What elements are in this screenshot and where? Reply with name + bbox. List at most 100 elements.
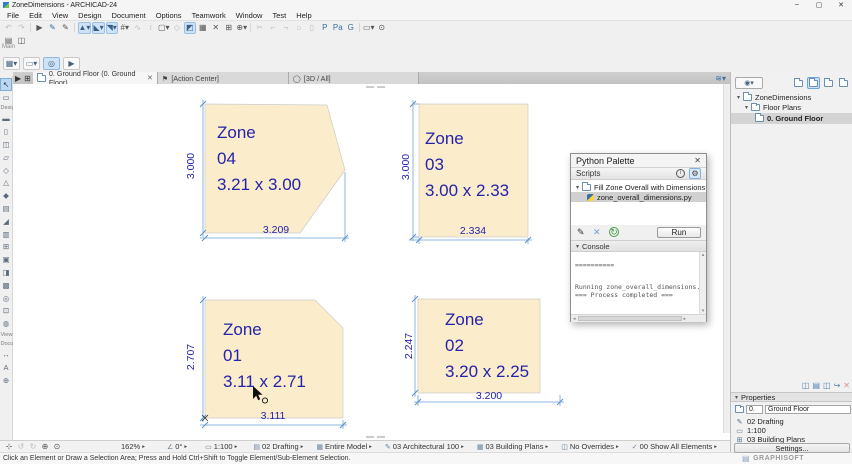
quick-option-button[interactable]: ▦▾ xyxy=(3,57,20,70)
toolbar-icon[interactable]: ◥▾ xyxy=(106,22,118,34)
scroll-left-icon[interactable]: ◂ xyxy=(573,316,576,322)
reload-icon[interactable]: ↻ xyxy=(609,227,619,237)
menu-item[interactable]: Teamwork xyxy=(187,11,231,20)
statusbar-dropdown[interactable]: ▦ Entire Model ▸ xyxy=(316,442,372,451)
toolbar-icon[interactable]: ✕ xyxy=(210,22,222,34)
scale-dropdown[interactable]: ▭ 1:100 ▸ xyxy=(205,442,237,451)
tree-item-project[interactable]: ▾ ZoneDimensions xyxy=(731,92,852,103)
statusbar-dropdown[interactable]: ✓ 00 Show All Elements ▸ xyxy=(632,442,717,451)
tab-3d-all[interactable]: ◯ [3D / All] xyxy=(289,72,419,84)
caret-down-icon[interactable]: ▾ xyxy=(745,104,748,111)
quick-option-button[interactable]: ▶ xyxy=(63,57,80,70)
toolbar-icon[interactable]: G xyxy=(345,22,357,34)
toolbox-tool[interactable]: ▥ xyxy=(0,228,12,241)
toolbox-tool[interactable]: ▭ xyxy=(0,91,12,104)
toolbox-tool[interactable]: A xyxy=(0,361,12,374)
palette-close-icon[interactable]: ✕ xyxy=(694,156,701,165)
menu-item[interactable]: Document xyxy=(107,11,151,20)
toolbox-tool[interactable]: ◇ xyxy=(0,164,12,177)
menu-item[interactable]: Edit xyxy=(24,11,47,20)
scale-row[interactable]: ▭ 1:100 xyxy=(731,426,852,435)
toolbar-icon[interactable]: ◩ xyxy=(184,22,196,34)
toolbar-icon[interactable]: ✎ xyxy=(47,22,59,34)
toolbar-icon[interactable]: ≀ xyxy=(145,22,157,34)
toolbar-icon[interactable]: ▶ xyxy=(34,22,46,34)
gear-icon[interactable]: ⚙ xyxy=(689,168,701,179)
toolbar-icon[interactable]: ¬ xyxy=(280,22,292,34)
toolbox-tool[interactable]: ⊡ xyxy=(0,305,12,318)
toolbox-tool[interactable]: ▯ xyxy=(0,125,12,138)
dim-zone01-height[interactable]: 2.707 xyxy=(185,344,197,370)
dim-zone01-width[interactable]: 3.111 xyxy=(261,410,286,422)
toolbox-tool[interactable]: ▬ xyxy=(0,113,12,126)
menu-item[interactable]: Test xyxy=(267,11,291,20)
toolbox-tool[interactable]: ▤ xyxy=(0,202,12,215)
floor-name-field[interactable] xyxy=(765,405,851,414)
menu-item[interactable]: Options xyxy=(151,11,187,20)
zone-02-stamp[interactable]: Zone 02 3.20 x 2.25 xyxy=(445,307,529,385)
toolbar-icon[interactable]: ✎ xyxy=(60,22,72,34)
toolbar-icon[interactable]: ▢▾ xyxy=(158,22,170,34)
toolbox-tool[interactable]: ▱ xyxy=(0,151,12,164)
properties-action-icon[interactable]: ✕ xyxy=(843,381,850,390)
publisher-icon[interactable] xyxy=(837,77,850,89)
delete-script-icon[interactable]: ✕ xyxy=(593,227,601,238)
pointer-icon[interactable]: ▶ xyxy=(15,74,21,83)
properties-action-icon[interactable]: ◫ xyxy=(823,381,831,390)
toolbar-icon[interactable]: ↶ xyxy=(3,22,15,34)
toolbar-icon[interactable]: ⊞ xyxy=(223,22,235,34)
script-file-row[interactable]: zone_overall_dimensions.py xyxy=(571,192,706,202)
statusbar-dropdown[interactable]: ◫ No Overrides ▸ xyxy=(561,442,619,451)
quick-option-button[interactable]: ▭▾ xyxy=(23,57,40,70)
tab-overview-dropdown[interactable]: ≋▾ xyxy=(715,74,726,83)
tab-close-icon[interactable]: ✕ xyxy=(147,74,153,82)
zoom-dropdown[interactable]: 162% ▸ xyxy=(121,442,145,451)
properties-action-icon[interactable]: ▤ xyxy=(812,381,820,390)
toolbox-tool[interactable]: △ xyxy=(0,177,12,190)
zone-01-stamp[interactable]: Zone 01 3.11 x 2.71 xyxy=(223,317,306,395)
toolbar-icon[interactable]: ◣▾ xyxy=(92,22,104,34)
tab-action-center[interactable]: ⚑ [Action Center] xyxy=(158,72,289,84)
maximize-button[interactable]: ▢ xyxy=(808,1,830,9)
scroll-up-icon[interactable]: ▴ xyxy=(702,252,705,258)
toolbox-tool[interactable]: ◨ xyxy=(0,266,12,279)
toolbox-tool[interactable]: ↔ xyxy=(0,348,12,361)
teamwork-button[interactable]: ◉▾ xyxy=(735,77,763,89)
dim-zone04-width[interactable]: 3.209 xyxy=(263,224,289,236)
dim-zone03-width[interactable]: 2.334 xyxy=(460,225,486,237)
console-horizontal-scrollbar[interactable]: ◂ ▸ xyxy=(571,314,706,322)
zone-04-stamp[interactable]: Zone 04 3.21 x 3.00 xyxy=(217,120,301,198)
scroll-down-icon[interactable]: ▾ xyxy=(702,308,705,314)
toolbox-tool[interactable]: ◎ xyxy=(0,292,12,305)
console-vertical-scrollbar[interactable]: ▴ ▾ xyxy=(699,252,706,314)
toolbar-icon[interactable]: ⌂ xyxy=(293,22,305,34)
toolbox-tool[interactable]: ◢ xyxy=(0,215,12,228)
toolbox-tool[interactable]: ◍ xyxy=(0,317,12,330)
properties-action-icon[interactable]: ↪ xyxy=(834,381,841,390)
layout-book-icon[interactable] xyxy=(822,77,835,89)
toolbar-icon[interactable]: P xyxy=(319,22,331,34)
menu-item[interactable]: Window xyxy=(231,11,268,20)
caret-down-icon[interactable]: ▾ xyxy=(737,94,740,101)
toolbar-icon[interactable]: ◇ xyxy=(171,22,183,34)
python-palette-titlebar[interactable]: Python Palette ✕ xyxy=(571,154,706,167)
view-map-icon[interactable] xyxy=(807,77,820,89)
dim-zone04-height[interactable]: 3.000 xyxy=(185,153,197,179)
toolbox-tool[interactable]: ⊞ xyxy=(0,241,12,254)
script-folder-row[interactable]: ▾ Fill Zone Overall with Dimensions xyxy=(571,182,706,192)
project-map-icon[interactable] xyxy=(792,77,805,89)
tree-item-floor-plans[interactable]: ▾ Floor Plans xyxy=(731,103,852,114)
toolbar-icon[interactable]: ◫ xyxy=(16,34,28,46)
scroll-right-icon[interactable]: ▸ xyxy=(684,316,687,322)
menu-item[interactable]: File xyxy=(2,11,24,20)
minimize-button[interactable]: – xyxy=(786,1,808,9)
run-button[interactable]: Run xyxy=(657,227,701,238)
toolbox-tool[interactable]: ⊕ xyxy=(0,374,12,387)
grid-icon[interactable]: ⊞ xyxy=(24,74,31,83)
console-header[interactable]: ▾ Console xyxy=(571,240,706,252)
toolbox-tool[interactable]: ◫ xyxy=(0,138,12,151)
pen-set-row[interactable]: ✎ 02 Drafting xyxy=(731,417,852,426)
toolbar-icon[interactable]: ▲▾ xyxy=(78,22,92,34)
statusbar-tool-icon[interactable]: ↺ xyxy=(15,442,27,451)
quick-option-button[interactable]: ◎ xyxy=(43,57,60,70)
